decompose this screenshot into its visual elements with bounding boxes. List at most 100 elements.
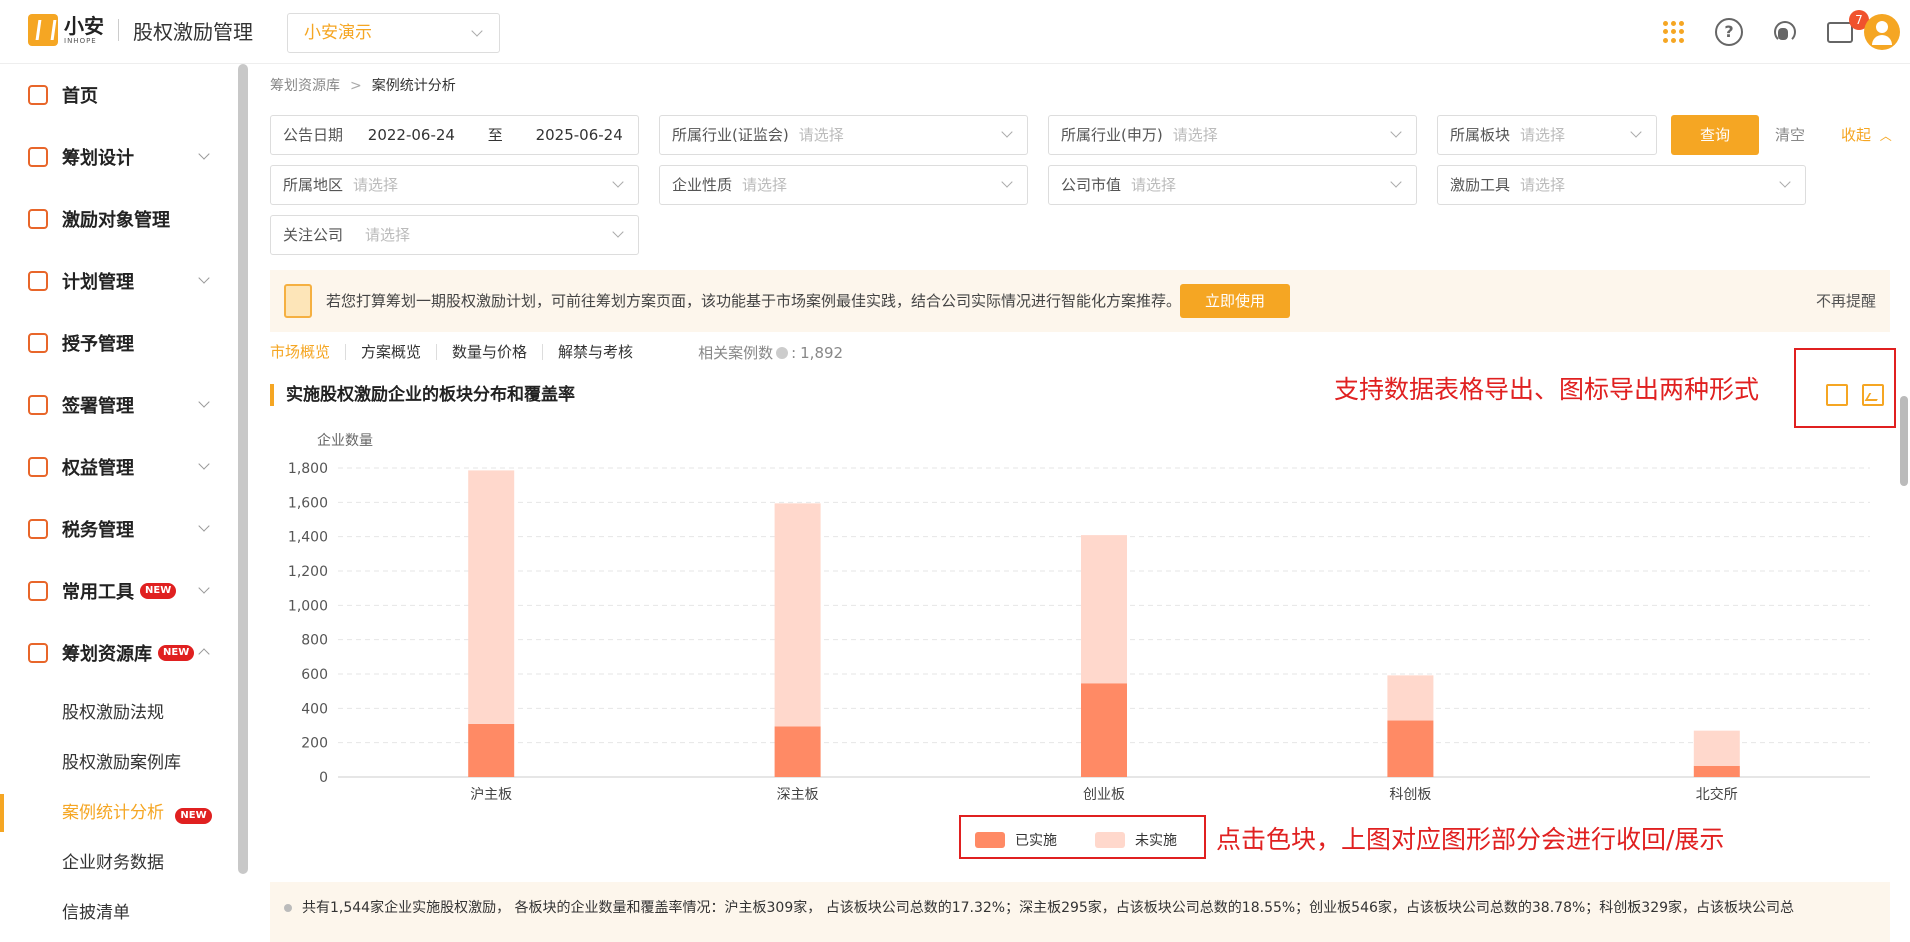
sidebar-subitem-case-library[interactable]: 股权激励案例库 — [0, 738, 238, 788]
chevron-down-icon — [1779, 176, 1791, 188]
sidebar-item-label: 计划管理 — [62, 272, 134, 293]
grant-icon — [28, 333, 48, 353]
plan-icon — [28, 271, 48, 291]
logo[interactable]: 小安 INHOPE 股权激励管理 — [28, 14, 253, 46]
sidebar-subitem-disclosure-list[interactable]: 信披清单 — [0, 888, 238, 935]
region-select[interactable]: 所属地区 请选择 — [270, 165, 639, 205]
sidebar-item-label: 税务管理 — [62, 520, 134, 541]
help-icon[interactable]: ? — [1715, 18, 1743, 46]
sidebar-item-grants[interactable]: 授予管理 — [0, 312, 238, 374]
filter-placeholder: 请选择 — [1520, 126, 1566, 144]
new-badge: NEW — [175, 808, 212, 824]
date-range-filter[interactable]: 公告日期 2022-06-24 至 2025-06-24 — [270, 115, 639, 155]
legend-item-implemented[interactable]: 已实施 — [975, 830, 1057, 850]
legend-item-not-implemented[interactable]: 未实施 — [1095, 830, 1177, 850]
chevron-down-icon — [1390, 176, 1402, 188]
filter-placeholder: 请选择 — [798, 126, 844, 144]
legend-label: 未实施 — [1135, 833, 1177, 849]
filter-label: 关注公司 — [283, 226, 344, 244]
sidebar-item-resources[interactable]: 筹划资源库 NEW — [0, 622, 238, 684]
market-cap-select[interactable]: 公司市值 请选择 — [1048, 165, 1417, 205]
sidebar-subitem-label: 案例统计分析 — [62, 803, 164, 823]
sidebar-item-plans[interactable]: 计划管理 — [0, 250, 238, 312]
filter-label: 激励工具 — [1450, 176, 1511, 194]
board-distribution-chart: 企业数量 0 200 400 600 800 1,000 1,200 1,400 1,600 1,8… — [288, 432, 1870, 800]
bar-not-implemented — [774, 503, 821, 727]
filter-label: 公司市值 — [1061, 176, 1122, 194]
filter-placeholder: 请选择 — [1172, 126, 1218, 144]
dismiss-tip-link[interactable]: 不再提醒 — [1816, 270, 1876, 332]
sidebar-item-incentive-targets[interactable]: 激励对象管理 — [0, 188, 238, 250]
y-tick-label: 0 — [319, 770, 328, 786]
breadcrumb-parent[interactable]: 筹划资源库 — [270, 78, 340, 94]
legend-label: 已实施 — [1015, 833, 1057, 849]
sidebar-item-signing[interactable]: 签署管理 — [0, 374, 238, 436]
collapse-button[interactable]: 收起 ︿ — [1841, 115, 1892, 155]
tab-unlock-assessment[interactable]: 解禁与考核 — [543, 344, 648, 360]
x-tick-label: 沪主板 — [470, 787, 512, 800]
industry-csrc-select[interactable]: 所属行业(证监会) 请选择 — [659, 115, 1028, 155]
sidebar-scrollbar[interactable] — [238, 64, 248, 874]
y-tick-label: 400 — [301, 701, 328, 717]
y-tick-label: 1,200 — [288, 564, 328, 580]
query-button[interactable]: 查询 — [1671, 115, 1759, 155]
bar-implemented — [1081, 683, 1127, 777]
chevron-down-icon — [612, 176, 624, 188]
summary-box: 共有1,544家企业实施股权激励， 各板块的企业数量和覆盖率情况：沪主板309家… — [270, 882, 1890, 942]
bullet-icon — [284, 904, 292, 912]
y-tick-label: 1,600 — [288, 495, 328, 511]
industry-sw-select[interactable]: 所属行业(申万) 请选择 — [1048, 115, 1417, 155]
incentive-tool-select[interactable]: 激励工具 请选择 — [1437, 165, 1806, 205]
chevron-down-icon — [1630, 126, 1642, 138]
support-headset-icon[interactable] — [1770, 18, 1798, 46]
sidebar-item-design[interactable]: 筹划设计 — [0, 126, 238, 188]
document-icon — [284, 284, 312, 318]
page-scrollbar[interactable] — [1900, 396, 1908, 486]
date-to-input[interactable]: 2025-06-24 — [536, 126, 623, 144]
focus-company-select[interactable]: 关注公司 请选择 — [270, 215, 639, 255]
chevron-down-icon — [198, 396, 210, 408]
chevron-down-icon — [198, 520, 210, 532]
tab-market-overview[interactable]: 市场概览 — [270, 344, 347, 360]
chevron-down-icon — [471, 25, 483, 37]
sidebar-item-tax[interactable]: 税务管理 — [0, 498, 238, 560]
sidebar-item-tools[interactable]: 常用工具 NEW — [0, 560, 238, 622]
sidebar-item-label: 首页 — [62, 86, 98, 107]
export-table-icon[interactable] — [1826, 384, 1848, 406]
y-tick-label: 1,800 — [288, 461, 328, 477]
sidebar-item-home[interactable]: 首页 — [0, 64, 238, 126]
bar-implemented — [1693, 765, 1740, 777]
board-select[interactable]: 所属板块 请选择 — [1437, 115, 1657, 155]
chevron-down-icon — [198, 582, 210, 594]
date-from-input[interactable]: 2022-06-24 — [368, 126, 455, 144]
layers-icon — [28, 643, 48, 663]
user-avatar-icon[interactable] — [1864, 14, 1900, 50]
sidebar-item-label: 签署管理 — [62, 396, 134, 417]
use-now-button[interactable]: 立即使用 — [1180, 284, 1290, 318]
sidebar-item-label: 权益管理 — [62, 458, 134, 479]
filter-placeholder: 请选择 — [365, 226, 411, 244]
filter-placeholder: 请选择 — [353, 176, 399, 194]
x-tick-label: 深主板 — [777, 787, 819, 800]
sidebar-item-label: 筹划设计 — [62, 148, 134, 169]
clear-button[interactable]: 清空 — [1775, 115, 1805, 155]
case-count-value: 1,892 — [800, 343, 844, 362]
case-count-label: 相关案例数 — [698, 343, 774, 362]
tab-plan-overview[interactable]: 方案概览 — [346, 344, 438, 360]
new-badge: NEW — [140, 583, 177, 599]
sidebar-subitem-regulations[interactable]: 股权激励法规 — [0, 688, 238, 738]
legend-annotation: 点击色块，上图对应图形部分会进行收回/展示 — [1216, 825, 1725, 854]
sidebar-subitem-case-statistics[interactable]: 案例统计分析 NEW — [0, 788, 238, 838]
info-icon[interactable] — [776, 347, 789, 359]
bar-not-implemented — [468, 470, 515, 724]
x-tick-label: 北交所 — [1696, 786, 1738, 800]
apps-grid-icon[interactable] — [1660, 18, 1688, 46]
sidebar: 首页 筹划设计 激励对象管理 计划管理 授予管理 签署管理 权益管理 税务管理 … — [0, 64, 250, 935]
tab-quantity-price[interactable]: 数量与价格 — [437, 344, 544, 360]
company-select[interactable]: 小安演示 — [287, 13, 500, 53]
export-image-icon[interactable] — [1862, 384, 1884, 406]
sidebar-item-equity[interactable]: 权益管理 — [0, 436, 238, 498]
analysis-tabs: 市场概览 方案概览 数量与价格 解禁与考核 相关案例数:1,892 — [270, 340, 843, 364]
sidebar-subitem-financial-data[interactable]: 企业财务数据 — [0, 838, 238, 888]
enterprise-nature-select[interactable]: 企业性质 请选择 — [659, 165, 1028, 205]
